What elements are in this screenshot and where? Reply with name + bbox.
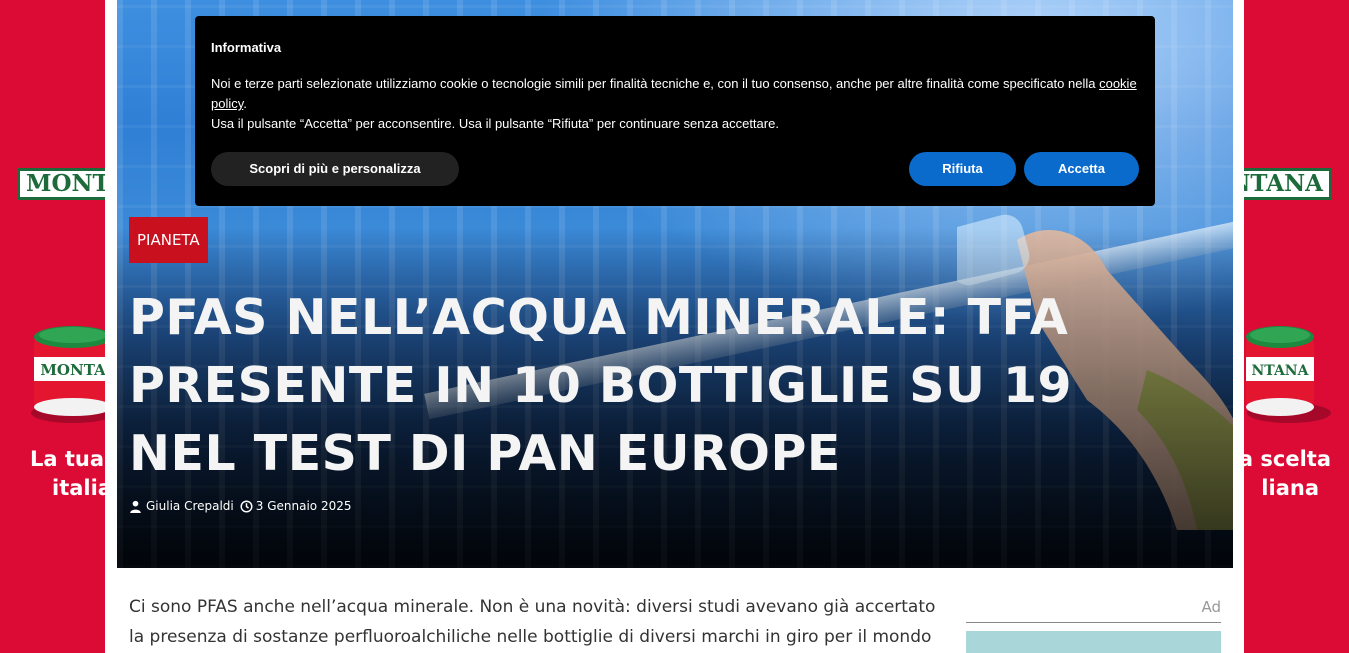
ad-slogan-right-line-2: liana xyxy=(1261,476,1319,500)
user-icon xyxy=(130,500,141,513)
category-badge[interactable]: PIANETA xyxy=(129,217,208,263)
ad-skin-left[interactable]: MONTANA MONTA La tua s italia xyxy=(0,0,105,653)
product-can-image-right: NTANA xyxy=(1246,326,1331,423)
sidebar-ad-header: Ad xyxy=(966,596,1221,623)
brand-logo-text: MONTANA xyxy=(1244,170,1323,197)
cookie-banner-title: Informativa xyxy=(211,40,282,55)
svg-text:NTANA: NTANA xyxy=(1252,363,1310,379)
ad-skin-right[interactable]: MONTANA NTANA a scelta liana xyxy=(1244,0,1349,653)
ad-slogan-right-line-1: a scelta xyxy=(1244,447,1331,471)
clock-icon xyxy=(240,499,253,513)
author-name[interactable]: Giulia Crepaldi xyxy=(146,498,234,514)
ad-slogan-line-1: La tua s xyxy=(30,447,105,471)
customize-button[interactable]: Scopri di più e personalizza xyxy=(211,152,459,186)
cookie-text-part-2: . xyxy=(243,96,247,111)
brand-logo-right: MONTANA xyxy=(1244,168,1332,200)
article-meta: Giulia Crepaldi 3 Gennaio 2025 xyxy=(129,498,352,514)
cookie-banner-text: Noi e terze parti selezionate utilizziam… xyxy=(211,74,1141,134)
product-can-image: MONTA xyxy=(31,326,105,423)
accept-button[interactable]: Accetta xyxy=(1024,152,1139,186)
cookie-banner: Informativa Noi e terze parti selezionat… xyxy=(195,16,1155,206)
ad-slogan-right: a scelta liana xyxy=(1244,445,1331,503)
sidebar-ad-box[interactable] xyxy=(966,631,1221,653)
article-title: PFAS NELL’ACQUA MINERALE: TFA PRESENTE I… xyxy=(129,289,1073,482)
publish-date: 3 Gennaio 2025 xyxy=(255,499,352,513)
svg-text:MONTA: MONTA xyxy=(40,361,105,379)
cookie-text-part-1: Noi e terze parti selezionate utilizziam… xyxy=(211,76,1100,91)
date-wrap: 3 Gennaio 2025 xyxy=(240,498,352,514)
ad-slogan: La tua s italia xyxy=(0,445,105,503)
ad-slogan-line-2: italia xyxy=(52,476,105,500)
article-body-intro: Ci sono PFAS anche nell’acqua minerale. … xyxy=(129,597,936,647)
cookie-text-line-2: Usa il pulsante “Accetta” per acconsenti… xyxy=(211,116,779,131)
ad-label: Ad xyxy=(1201,598,1221,616)
brand-logo: MONTANA xyxy=(17,168,105,200)
reject-button[interactable]: Rifiuta xyxy=(909,152,1016,186)
